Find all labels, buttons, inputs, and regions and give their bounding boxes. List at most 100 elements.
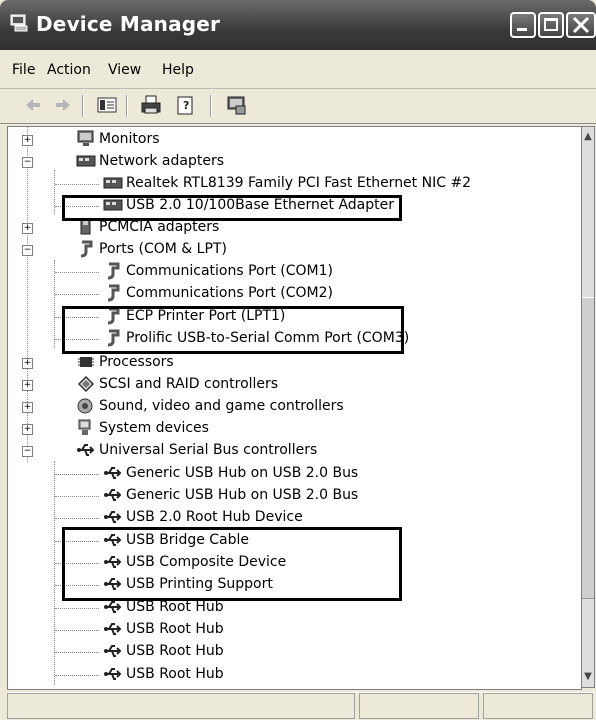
processor-icon bbox=[78, 357, 94, 367]
device-tree[interactable]: + Monitors − Network adapters Realtek RT… bbox=[7, 126, 582, 690]
status-bar bbox=[7, 692, 595, 720]
tree-item-scsi-raid[interactable]: + SCSI and RAID controllers bbox=[8, 374, 568, 396]
tree-item-monitors[interactable]: + Monitors bbox=[8, 129, 568, 151]
tree-item-com2[interactable]: Communications Port (COM2) bbox=[8, 283, 568, 305]
tree-item-label: SCSI and RAID controllers bbox=[99, 376, 279, 392]
usb-icon bbox=[104, 534, 122, 546]
vertical-scrollbar[interactable]: ▲ ▼ bbox=[581, 126, 595, 688]
tree-item-usb-root-hub-1[interactable]: USB Root Hub bbox=[8, 597, 568, 619]
usb-icon bbox=[104, 668, 122, 680]
tree-item-usb-root-hub-3[interactable]: USB Root Hub bbox=[8, 641, 568, 663]
minimize-button[interactable] bbox=[510, 12, 536, 38]
tree-item-label: USB Root Hub bbox=[126, 666, 224, 682]
expand-icon[interactable]: + bbox=[22, 424, 33, 435]
toolbar-separator bbox=[210, 95, 212, 117]
tree-item-usb-composite-device[interactable]: USB Composite Device bbox=[8, 552, 568, 574]
tree-item-label: Communications Port (COM2) bbox=[126, 285, 333, 301]
tree-item-usb-bridge-cable[interactable]: USB Bridge Cable bbox=[8, 530, 568, 552]
toolbar-separator bbox=[82, 95, 84, 117]
usb-icon bbox=[77, 444, 95, 456]
tree-item-processors[interactable]: + Processors bbox=[8, 352, 568, 374]
tree-item-com3[interactable]: Prolific USB-to-Serial Comm Port (COM3) bbox=[8, 328, 568, 350]
tree-item-com1[interactable]: Communications Port (COM1) bbox=[8, 261, 568, 283]
menu-help[interactable]: Help bbox=[162, 62, 194, 78]
scroll-down-icon[interactable]: ▼ bbox=[582, 669, 594, 685]
tree-line bbox=[55, 184, 99, 185]
usb-icon bbox=[104, 623, 122, 635]
tree-item-label: USB 2.0 Root Hub Device bbox=[126, 509, 303, 525]
show-hide-tree-icon[interactable] bbox=[96, 94, 118, 116]
tree-item-network-adapters[interactable]: − Network adapters bbox=[8, 151, 568, 173]
port-connector-icon bbox=[107, 284, 120, 302]
tree-item-usb-ethernet-adapter[interactable]: USB 2.0 10/100Base Ethernet Adapter bbox=[8, 195, 568, 217]
tree-line bbox=[55, 496, 99, 497]
expand-icon[interactable]: + bbox=[22, 380, 33, 391]
tree-item-ports[interactable]: − Ports (COM & LPT) bbox=[8, 239, 568, 261]
maximize-button[interactable] bbox=[538, 12, 564, 38]
tree-item-label: ECP Printer Port (LPT1) bbox=[126, 308, 286, 324]
print-icon[interactable] bbox=[140, 94, 162, 116]
menu-bar: File Action View Help bbox=[0, 58, 596, 86]
device-manager-window: Device Manager File Action View Help ? +… bbox=[0, 0, 596, 720]
speaker-icon bbox=[77, 398, 93, 414]
tree-item-label: USB Composite Device bbox=[126, 554, 287, 570]
svg-text:?: ? bbox=[183, 99, 189, 112]
collapse-icon[interactable]: − bbox=[22, 245, 33, 256]
usb-icon bbox=[104, 601, 122, 613]
collapse-icon[interactable]: − bbox=[22, 446, 33, 457]
tree-line bbox=[55, 630, 99, 631]
expand-icon[interactable]: + bbox=[22, 223, 33, 234]
status-pane bbox=[359, 693, 479, 719]
tree-item-label: Network adapters bbox=[99, 153, 224, 169]
expand-icon[interactable]: + bbox=[22, 358, 33, 369]
tree-line bbox=[55, 294, 99, 295]
port-connector-icon bbox=[80, 240, 93, 258]
tree-item-usb-root-hub-4[interactable]: USB Root Hub bbox=[8, 664, 568, 686]
tree-item-realtek-nic[interactable]: Realtek RTL8139 Family PCI Fast Ethernet… bbox=[8, 173, 568, 195]
tree-item-pcmcia-adapters[interactable]: + PCMCIA adapters bbox=[8, 217, 568, 239]
expand-icon[interactable]: + bbox=[22, 402, 33, 413]
collapse-icon[interactable]: − bbox=[22, 157, 33, 168]
menu-file[interactable]: File bbox=[12, 62, 35, 78]
port-connector-icon bbox=[107, 307, 120, 325]
tree-line bbox=[55, 652, 99, 653]
tree-line bbox=[55, 474, 99, 475]
properties-icon[interactable]: ? bbox=[175, 94, 197, 116]
tree-item-label: USB Printing Support bbox=[126, 576, 273, 592]
minimize-icon bbox=[517, 28, 527, 31]
title-bar[interactable]: Device Manager bbox=[0, 0, 596, 50]
back-icon[interactable] bbox=[22, 94, 44, 116]
menu-view[interactable]: View bbox=[108, 62, 141, 78]
expand-icon[interactable]: + bbox=[22, 135, 33, 146]
status-pane bbox=[483, 693, 593, 719]
forward-icon[interactable] bbox=[52, 94, 74, 116]
maximize-icon bbox=[544, 18, 558, 31]
status-pane bbox=[7, 693, 355, 719]
scan-hardware-icon[interactable] bbox=[226, 94, 248, 116]
tree-item-label: USB Bridge Cable bbox=[126, 532, 250, 548]
tree-line bbox=[55, 339, 99, 340]
tree-line bbox=[55, 585, 99, 586]
scrollbar-thumb[interactable] bbox=[582, 297, 594, 599]
computer-icon bbox=[78, 419, 91, 435]
tree-item-lpt1[interactable]: ECP Printer Port (LPT1) bbox=[8, 306, 568, 328]
tree-item-usb-hub-2[interactable]: Generic USB Hub on USB 2.0 Bus bbox=[8, 485, 568, 507]
network-adapter-icon bbox=[103, 199, 123, 211]
tree-item-usb-controllers[interactable]: − Universal Serial Bus controllers bbox=[8, 440, 568, 462]
network-adapter-icon bbox=[76, 155, 96, 167]
tree-item-sound-video-game[interactable]: + Sound, video and game controllers bbox=[8, 396, 568, 418]
tree-line bbox=[55, 608, 99, 609]
scroll-up-icon[interactable]: ▲ bbox=[582, 129, 594, 145]
close-button[interactable] bbox=[566, 12, 596, 38]
tree-item-usb-20-root-hub[interactable]: USB 2.0 Root Hub Device bbox=[8, 507, 568, 529]
tree-item-system-devices[interactable]: + System devices bbox=[8, 418, 568, 440]
tree-item-usb-root-hub-2[interactable]: USB Root Hub bbox=[8, 619, 568, 641]
tree-item-label: USB Root Hub bbox=[126, 643, 224, 659]
tree-line bbox=[55, 317, 99, 318]
tree-item-usb-hub-1[interactable]: Generic USB Hub on USB 2.0 Bus bbox=[8, 463, 568, 485]
tree-item-label: USB Root Hub bbox=[126, 599, 224, 615]
tree-item-usb-printing-support[interactable]: USB Printing Support bbox=[8, 574, 568, 596]
toolbar: ? bbox=[0, 88, 596, 124]
window-title: Device Manager bbox=[36, 12, 221, 36]
menu-action[interactable]: Action bbox=[47, 62, 91, 78]
